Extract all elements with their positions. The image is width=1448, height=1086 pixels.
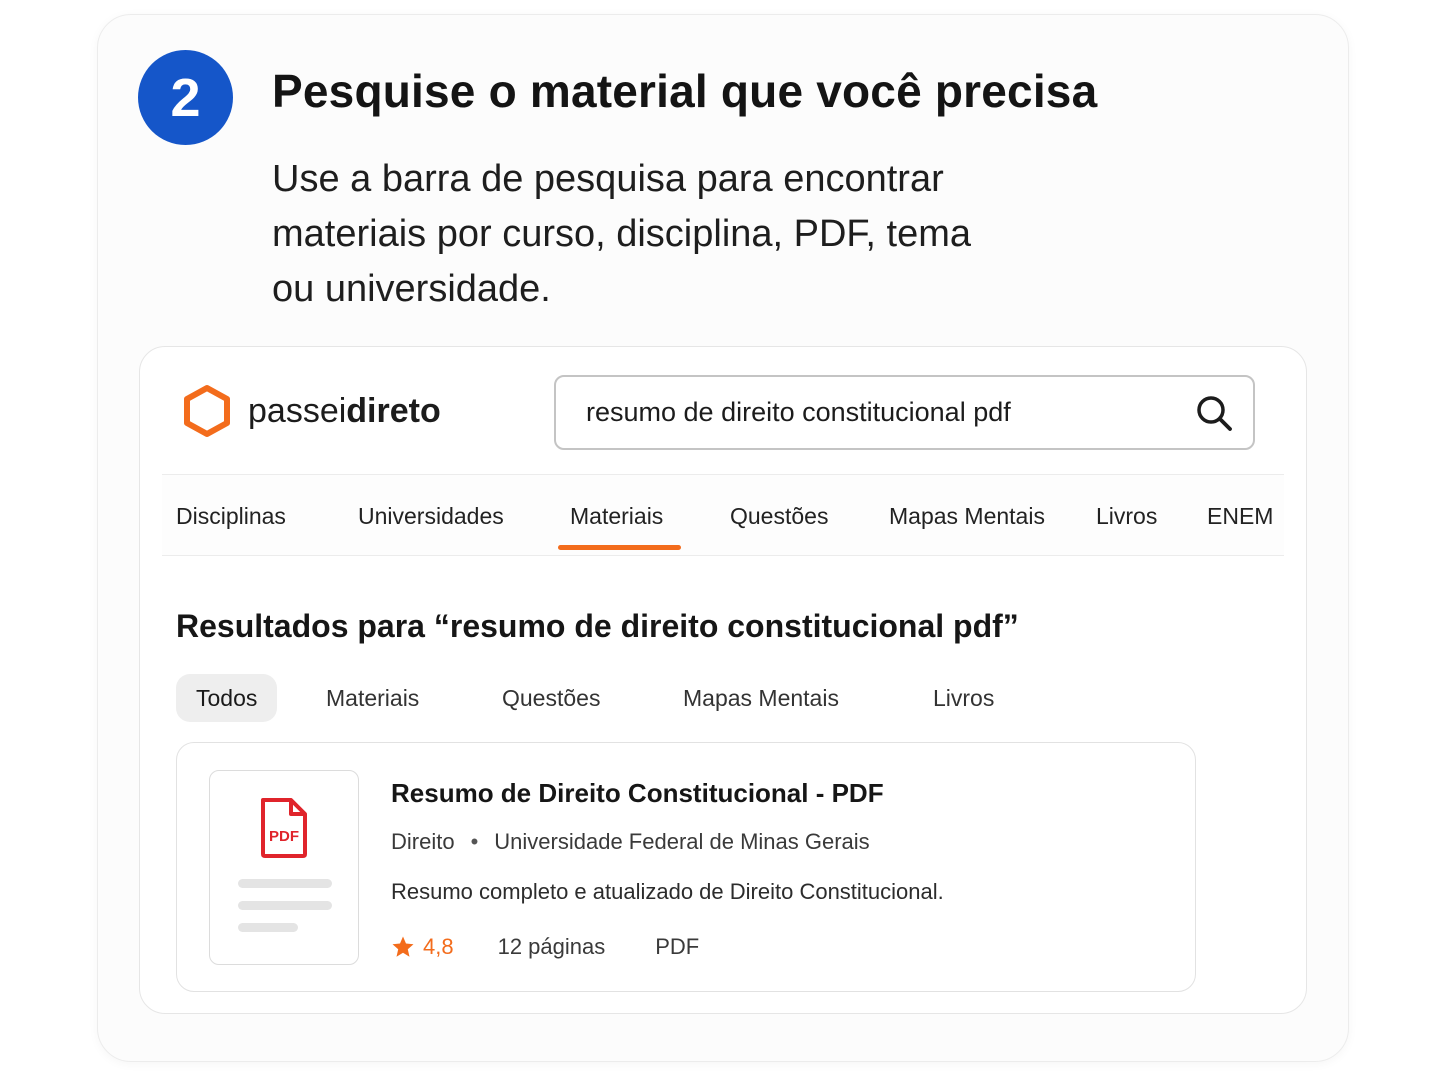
thumbnail-line bbox=[238, 923, 298, 932]
pdf-badge-text: PDF bbox=[269, 828, 299, 845]
document-thumbnail[interactable]: PDF bbox=[209, 770, 359, 965]
result-university: Universidade Federal de Minas Gerais bbox=[494, 829, 870, 854]
nav-item-livros[interactable]: Livros bbox=[1096, 503, 1157, 530]
step-description-line: ou universidade. bbox=[272, 268, 551, 310]
nav-item-disciplinas[interactable]: Disciplinas bbox=[176, 503, 286, 530]
result-rating: 4,8 bbox=[423, 934, 454, 959]
search-bar bbox=[554, 375, 1255, 450]
thumbnail-line bbox=[238, 879, 332, 888]
filter-livros[interactable]: Livros bbox=[933, 674, 994, 722]
step-description: Use a barra de pesquisa para encontrar m… bbox=[272, 152, 1072, 317]
meta-separator: • bbox=[470, 829, 479, 854]
active-tab-indicator bbox=[558, 545, 681, 550]
filter-todos[interactable]: Todos bbox=[176, 674, 278, 722]
result-subject: Direito bbox=[391, 829, 455, 854]
nav-item-mapas-mentais[interactable]: Mapas Mentais bbox=[889, 503, 1045, 530]
filter-mapas-mentais[interactable]: Mapas Mentais bbox=[683, 674, 839, 722]
result-format: PDF bbox=[655, 934, 700, 959]
result-pages: 12 páginas bbox=[497, 934, 606, 959]
step-description-line: Use a barra de pesquisa para encontrar bbox=[272, 158, 944, 200]
step-description-line: materiais por curso, disciplina, PDF, te… bbox=[272, 213, 972, 255]
main-nav: Disciplinas Universidades Materiais Ques… bbox=[162, 474, 1284, 556]
result-title[interactable]: Resumo de Direito Constitucional - PDF bbox=[391, 778, 884, 809]
pdf-file-icon: PDF bbox=[261, 798, 307, 858]
thumbnail-line bbox=[238, 901, 332, 910]
hexagon-logo-icon bbox=[184, 385, 230, 437]
result-meta: Direito • Universidade Federal de Minas … bbox=[391, 829, 870, 855]
nav-item-enem[interactable]: ENEM bbox=[1207, 503, 1273, 530]
result-description: Resumo completo e atualizado de Direito … bbox=[391, 879, 944, 904]
nav-item-materiais[interactable]: Materiais bbox=[570, 503, 663, 530]
filter-questoes[interactable]: Questões bbox=[502, 674, 600, 722]
step-title: Pesquise o material que você precisa bbox=[272, 65, 1098, 117]
passeidireto-logo[interactable]: passeidireto bbox=[180, 384, 441, 438]
star-icon bbox=[392, 936, 414, 957]
nav-item-questoes[interactable]: Questões bbox=[730, 503, 828, 530]
filter-materiais[interactable]: Materiais bbox=[326, 674, 419, 722]
search-icon[interactable] bbox=[1193, 392, 1235, 434]
logo-text: passeidireto bbox=[248, 391, 441, 430]
results-heading: Resultados para “resumo de direito const… bbox=[176, 608, 1019, 644]
search-input[interactable] bbox=[586, 397, 1193, 428]
nav-item-universidades[interactable]: Universidades bbox=[358, 503, 504, 530]
result-stats: 4,8 12 páginas PDF bbox=[391, 934, 699, 960]
step-number-badge: 2 bbox=[138, 50, 233, 145]
